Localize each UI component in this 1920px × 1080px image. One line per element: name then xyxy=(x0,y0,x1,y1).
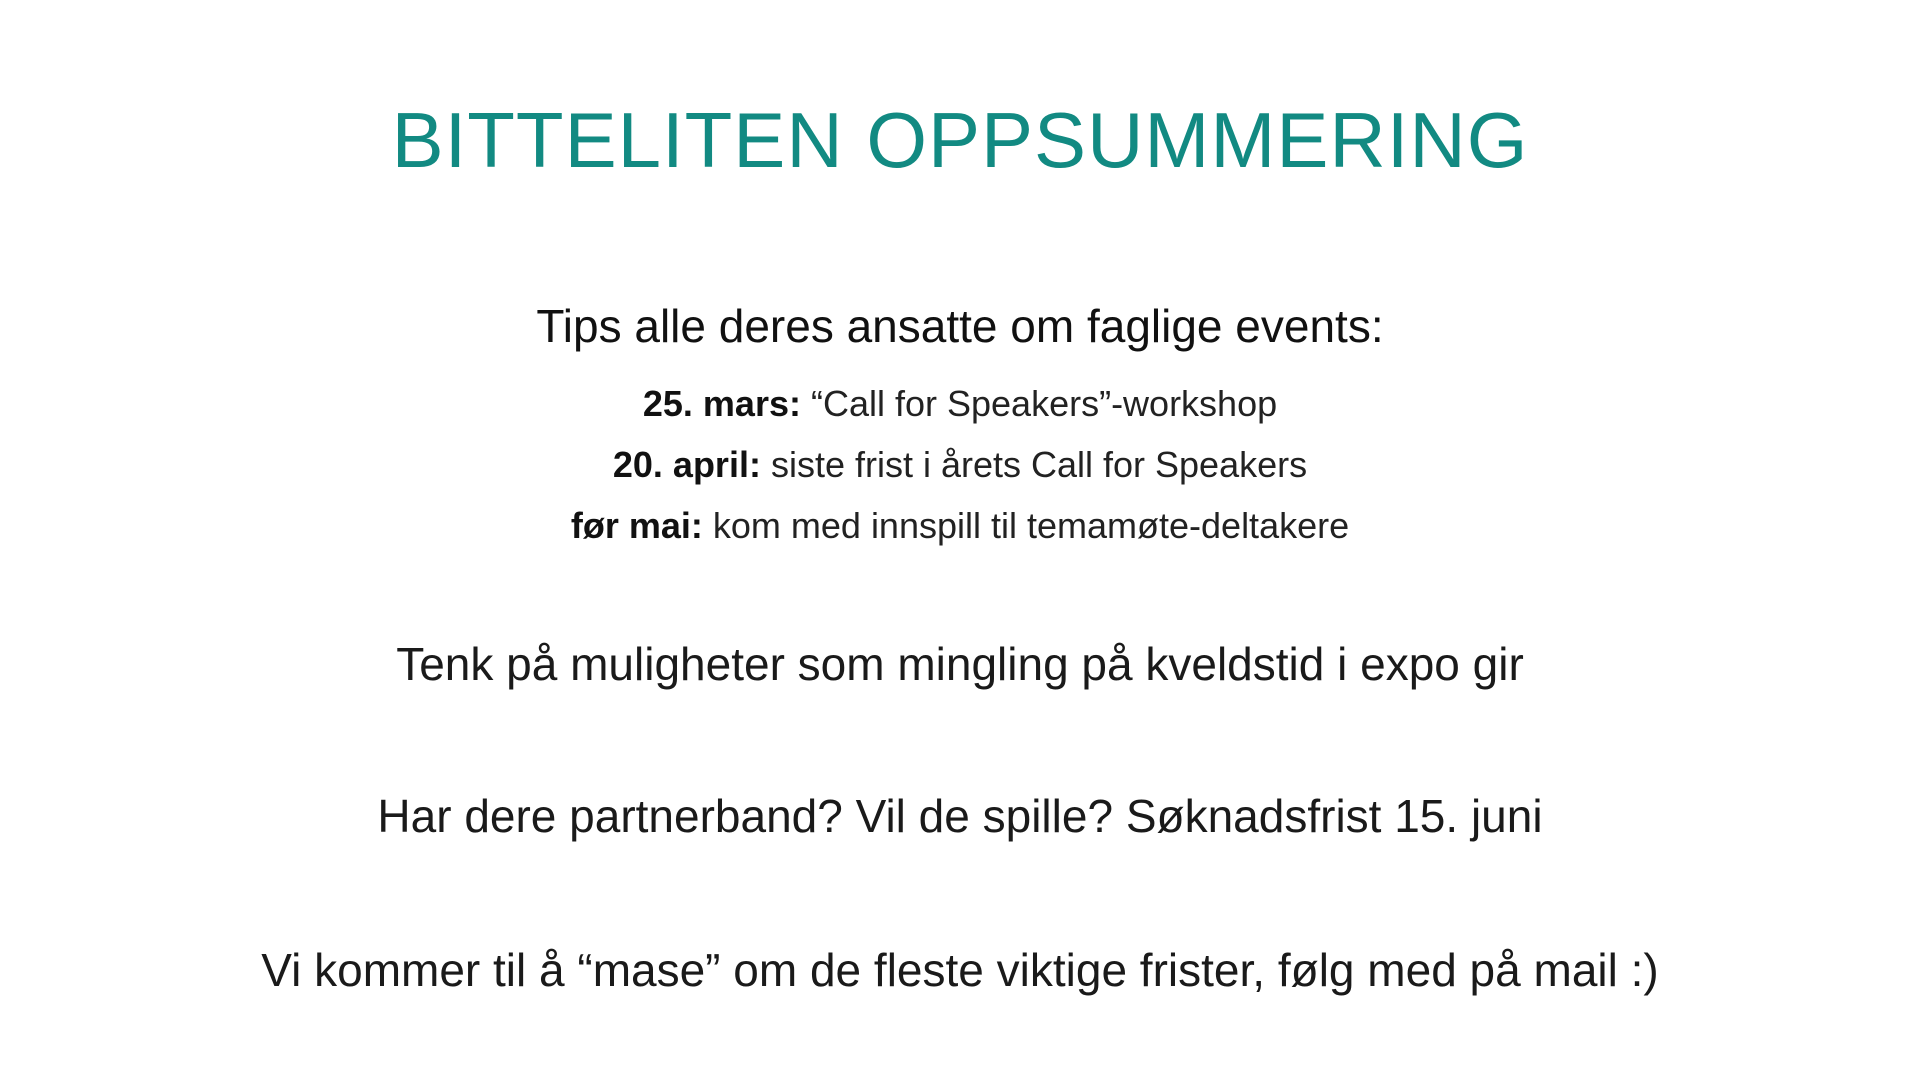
deadline-date: før mai: xyxy=(570,505,703,546)
deadline-text: “Call for Speakers”-workshop xyxy=(800,383,1278,424)
deadline-date: 25. mars: xyxy=(642,383,801,424)
deadline-item: 20. april: siste frist i årets Call for … xyxy=(0,434,1920,495)
slide-title: BITTELITEN OPPSUMMERING xyxy=(391,96,1529,184)
statement-deadline-reminders: Vi kommer til å “mase” om de fleste vikt… xyxy=(261,944,1659,996)
deadline-date: 20. april: xyxy=(612,444,761,485)
deadline-item: før mai: kom med innspill til temamøte-d… xyxy=(0,495,1920,556)
tips-heading: Tips alle deres ansatte om faglige event… xyxy=(536,300,1384,352)
statement-expo-mingling: Tenk på muligheter som mingling på kveld… xyxy=(396,638,1524,690)
statement-partner-band: Har dere partnerband? Vil de spille? Søk… xyxy=(377,790,1543,842)
slide: BITTELITEN OPPSUMMERING Tips alle deres … xyxy=(0,0,1920,1080)
deadline-text: kom med innspill til temamøte-deltakere xyxy=(702,505,1350,546)
deadline-item: 25. mars: “Call for Speakers”-workshop xyxy=(0,373,1920,434)
deadline-list: 25. mars: “Call for Speakers”-workshop 2… xyxy=(0,373,1920,556)
deadline-text: siste frist i årets Call for Speakers xyxy=(760,444,1308,485)
